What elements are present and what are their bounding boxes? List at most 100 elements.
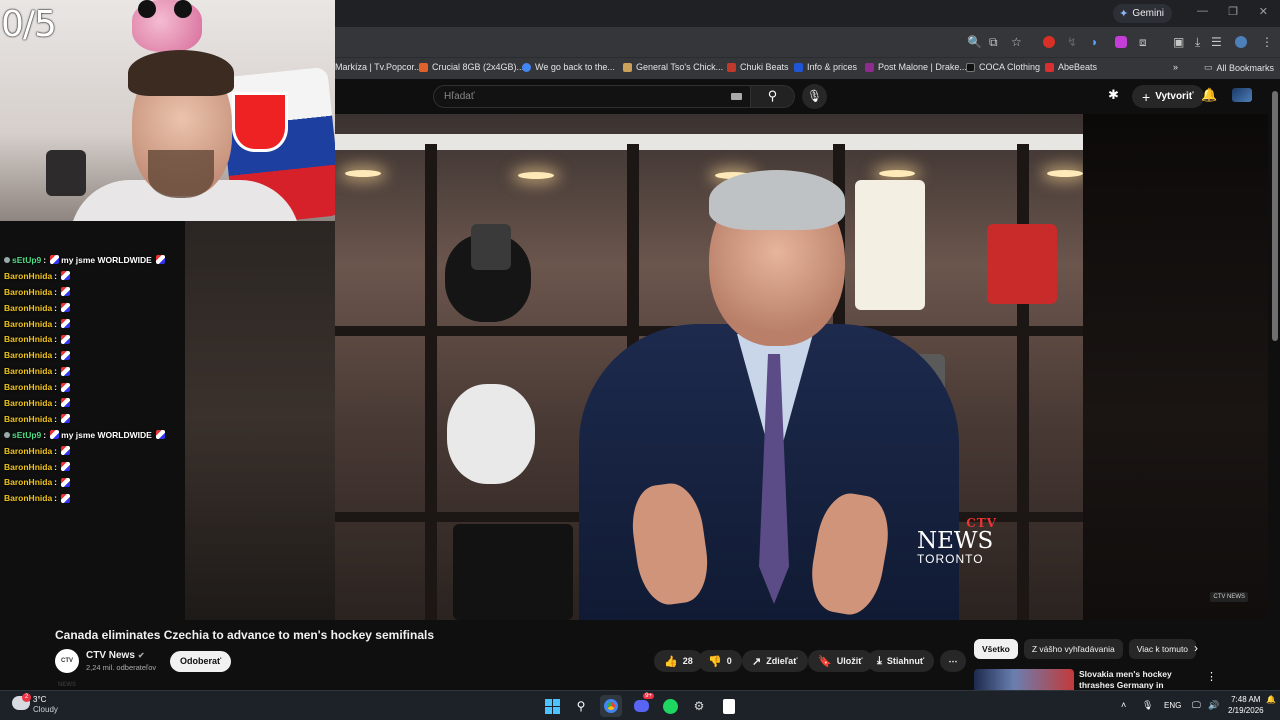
chat-message: BaronHnida: <box>0 411 200 427</box>
recommended-video-title[interactable]: Slovakia men's hockey thrashes Germany i… <box>1079 669 1209 689</box>
sidebar-icon[interactable]: ▣ <box>1173 35 1184 49</box>
chat-username: BaronHnida <box>4 270 53 281</box>
clock-time: 7:48 AM <box>1231 695 1261 704</box>
language-indicator[interactable]: ENG <box>1164 701 1181 710</box>
bookmarks-overflow-icon[interactable]: » <box>1173 62 1178 72</box>
more-vertical-icon[interactable]: ⋮ <box>1206 670 1217 683</box>
voice-search-button[interactable]: 🎙 <box>802 84 827 109</box>
taskbar-search-icon[interactable]: ⚲ <box>570 695 592 717</box>
chat-message: BaronHnida: <box>0 379 200 395</box>
weather-description[interactable]: Cloudy <box>33 705 58 714</box>
save-label: Uložiť <box>836 656 863 666</box>
bookmark-item[interactable]: Post Malone | Drake... <box>865 62 967 72</box>
all-bookmarks-button[interactable]: ▭ All Bookmarks <box>1204 62 1274 73</box>
notification-bell-icon[interactable]: 🔔 <box>1266 695 1276 704</box>
bookmark-star-icon[interactable]: ☆ <box>1011 35 1022 49</box>
channel-avatar[interactable]: CTV NEWS <box>55 649 79 688</box>
close-icon[interactable]: ✕ <box>1259 5 1268 18</box>
bookmark-item[interactable]: General Tso's Chick... <box>623 62 723 72</box>
chip-related[interactable]: Viac k tomuto <box>1128 639 1197 659</box>
account-avatar[interactable] <box>1232 88 1252 102</box>
download-button[interactable]: ⤓ Stiahnuť <box>867 650 935 672</box>
like-count: 28 <box>682 656 693 666</box>
video-player[interactable]: CTV NEWS TORONTO CTV NEWS <box>185 114 1268 620</box>
chip-from-search[interactable]: Z vášho vyhľadávania <box>1023 639 1123 659</box>
shelf-top-helmets <box>335 134 1083 150</box>
recommended-video-thumbnail[interactable] <box>974 669 1074 690</box>
start-button[interactable] <box>541 695 563 717</box>
share-button[interactable]: ↗ Zdieľať <box>742 650 808 672</box>
extension-icon[interactable] <box>1043 36 1055 48</box>
zoom-icon[interactable]: 🔍 <box>967 35 982 49</box>
bookmark-item[interactable]: Chuki Beats <box>727 62 789 72</box>
chat-message: BaronHnida: <box>0 474 200 490</box>
chip-all[interactable]: Všetko <box>974 639 1018 659</box>
dislike-button[interactable]: 👎 0 <box>698 650 742 672</box>
volume-icon[interactable]: 🔊 <box>1208 700 1219 711</box>
extensions-puzzle-icon[interactable]: ⧈ <box>1139 35 1147 49</box>
discord-taskbar-icon[interactable]: 9+ <box>630 693 654 717</box>
weather-temperature[interactable]: 3°C <box>33 695 46 704</box>
steam-taskbar-icon[interactable]: ⚙ <box>688 695 710 717</box>
extension-icon[interactable]: ◗ <box>1091 35 1098 49</box>
microphone-tray-icon[interactable]: 🎙 <box>1142 700 1153 711</box>
page-scrollbar[interactable] <box>1270 79 1280 690</box>
scrollbar-thumb[interactable] <box>1272 91 1278 341</box>
save-button[interactable]: 🔖 Uložiť <box>808 650 873 672</box>
spotify-taskbar-icon[interactable] <box>659 695 681 717</box>
like-button[interactable]: 👍 28 <box>654 650 703 672</box>
chrome-taskbar-icon[interactable] <box>600 695 622 717</box>
search-button[interactable]: ⚲ <box>751 85 795 108</box>
plus-icon: + <box>1142 88 1151 105</box>
toque-hat <box>471 224 511 270</box>
chat-message: sEtUp9: my jsme WORLDWIDE <box>0 252 200 268</box>
gemini-button[interactable]: ✦ Gemini <box>1113 4 1172 23</box>
search-input[interactable]: Hľadať <box>433 85 751 108</box>
slovak-coat-of-arms <box>232 92 288 152</box>
bookmark-item[interactable]: Crucial 8GB (2x4GB)... <box>419 62 524 72</box>
subscriber-count: 2,24 mil. odberateľov <box>86 663 157 672</box>
chat-username: BaronHnida <box>4 461 53 472</box>
chat-separator: : <box>54 445 58 456</box>
bookmark-item[interactable]: We go back to the... <box>522 62 615 72</box>
bookmark-item[interactable]: COCA Clothing <box>966 62 1040 72</box>
tray-overflow-chevron-icon[interactable]: ˄ <box>1121 700 1126 710</box>
download-label: Stiahnuť <box>886 656 925 666</box>
create-button[interactable]: + Vytvoriť <box>1132 85 1204 108</box>
chat-message: BaronHnida: <box>0 363 200 379</box>
network-icon[interactable]: 🖵 <box>1192 700 1201 711</box>
chevron-right-icon[interactable]: › <box>1194 641 1198 655</box>
more-actions-button[interactable]: ⋯ <box>940 650 966 672</box>
channel-name-link[interactable]: CTV News ✔ <box>86 650 145 661</box>
chair <box>46 150 86 196</box>
chat-emote-icon <box>61 462 71 472</box>
bookmark-favicon <box>794 62 803 72</box>
browser-toolbar: 🔍 ⧉ ☆ ↯ ◗ ⧈ ▣ ⤓ ☰ ⋮ <box>335 27 1280 57</box>
subscribe-button[interactable]: Odoberať <box>170 651 232 672</box>
download-icon: ⤓ <box>877 654 882 667</box>
bookmark-label: Chuki Beats <box>740 62 789 72</box>
bookmark-item[interactable]: Markíza | Tv.Popcor... <box>335 62 422 72</box>
profile-avatar-icon[interactable] <box>1235 36 1247 48</box>
epic-games-taskbar-icon[interactable] <box>718 695 740 717</box>
bookmark-item[interactable]: AbeBeats <box>1045 62 1097 72</box>
browser-menu-icon[interactable]: ⋮ <box>1261 35 1273 49</box>
minimize-icon[interactable]: — <box>1197 5 1208 17</box>
chat-username: BaronHnida <box>4 397 53 408</box>
extension-icon[interactable]: ↯ <box>1067 35 1077 49</box>
apps-icon[interactable]: ✱ <box>1108 88 1119 102</box>
reading-list-icon[interactable]: ☰ <box>1211 35 1222 49</box>
chat-emote-icon <box>61 319 71 328</box>
stream-chat: sEtUp9: my jsme WORLDWIDE BaronHnida: Baron… <box>0 252 200 506</box>
shelf-divider <box>425 144 437 620</box>
keyboard-icon[interactable] <box>731 93 742 100</box>
maximize-icon[interactable]: ❐ <box>1228 5 1238 18</box>
notifications-bell-icon[interactable]: 🔔 <box>1201 88 1217 102</box>
downloads-icon[interactable]: ⤓ <box>1195 35 1200 49</box>
extension-icon[interactable] <box>1115 36 1127 48</box>
shelf-light <box>879 170 915 177</box>
cast-icon[interactable]: ⧉ <box>989 35 998 49</box>
bookmark-item[interactable]: Info & prices <box>794 62 857 72</box>
plush-ear <box>138 0 156 18</box>
system-clock[interactable]: 7:48 AM 2/19/2026 <box>1228 694 1264 716</box>
